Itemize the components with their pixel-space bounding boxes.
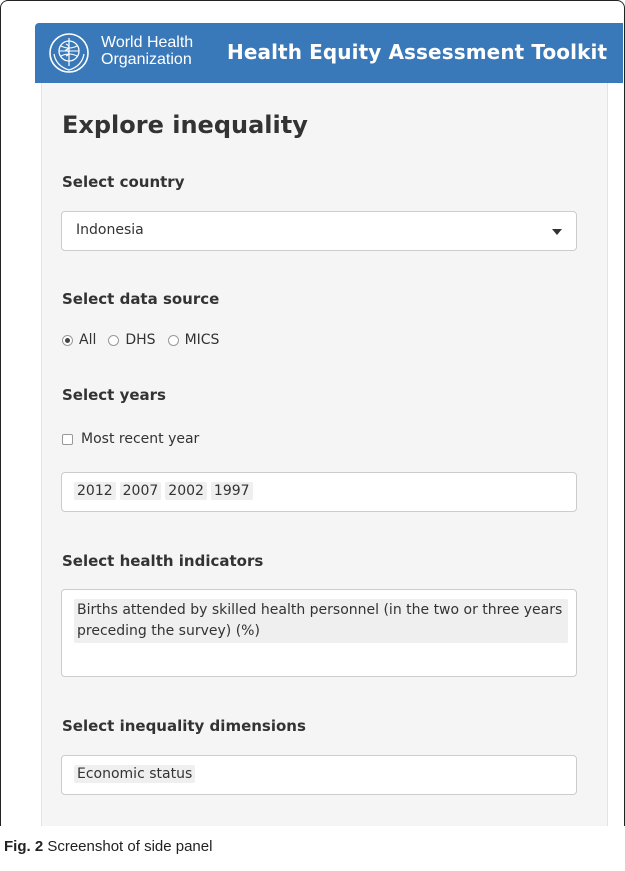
logo-line2: Organization	[101, 51, 192, 68]
radio-option-mics[interactable]: MICS	[167, 332, 220, 348]
panel-title: Explore inequality	[62, 111, 308, 139]
most-recent-year-label: Most recent year	[81, 431, 200, 447]
radio-label-dhs: DHS	[125, 332, 156, 348]
data-source-radio-group: All DHS MICS	[62, 332, 231, 348]
app-header: World Health Organization Health Equity …	[35, 23, 623, 83]
years-label: Select years	[62, 386, 166, 404]
radio-button-mics[interactable]	[167, 334, 179, 346]
indicator-tag[interactable]: Births attended by skilled health person…	[74, 599, 568, 643]
country-select[interactable]: Indonesia	[61, 211, 577, 251]
year-tag[interactable]: 2002	[165, 482, 207, 500]
year-tag[interactable]: 2012	[74, 482, 116, 500]
radio-option-dhs[interactable]: DHS	[108, 332, 156, 348]
year-tags: 2012 2007 2002 1997	[74, 482, 253, 500]
radio-label-mics: MICS	[184, 332, 220, 348]
dimensions-label: Select inequality dimensions	[62, 717, 306, 735]
indicators-multiselect[interactable]: Births attended by skilled health person…	[61, 589, 577, 677]
side-panel	[41, 83, 608, 826]
country-selected-value: Indonesia	[76, 222, 144, 238]
radio-button-all[interactable]	[62, 334, 73, 346]
year-tag[interactable]: 2007	[119, 482, 162, 500]
radio-label-all: All	[79, 332, 97, 348]
figure-caption: Fig. 2 Screenshot of side panel	[4, 838, 212, 855]
dimensions-multiselect[interactable]: Economic status	[61, 755, 577, 795]
chevron-down-icon	[552, 229, 562, 235]
app-title: Health Equity Assessment Toolkit	[227, 40, 608, 64]
indicators-label: Select health indicators	[62, 552, 264, 570]
year-tag[interactable]: 1997	[210, 482, 253, 500]
dimension-tag[interactable]: Economic status	[74, 765, 196, 783]
screenshot-frame: World Health Organization Health Equity …	[0, 0, 625, 826]
figure-number: Fig. 2	[4, 838, 44, 855]
figure-caption-text: Screenshot of side panel	[47, 838, 213, 855]
who-logo-text: World Health Organization	[101, 34, 193, 68]
years-multiselect[interactable]: 2012 2007 2002 1997	[61, 472, 577, 512]
data-source-label: Select data source	[62, 290, 220, 308]
logo-line1: World Health	[101, 34, 194, 51]
dimension-tags: Economic status	[74, 765, 196, 783]
radio-option-all[interactable]: All	[62, 332, 96, 348]
country-label: Select country	[62, 173, 185, 191]
who-emblem-icon	[49, 33, 89, 73]
radio-button-dhs[interactable]	[108, 334, 120, 346]
most-recent-year-option[interactable]: Most recent year	[62, 431, 199, 447]
most-recent-year-checkbox[interactable]	[62, 433, 73, 445]
